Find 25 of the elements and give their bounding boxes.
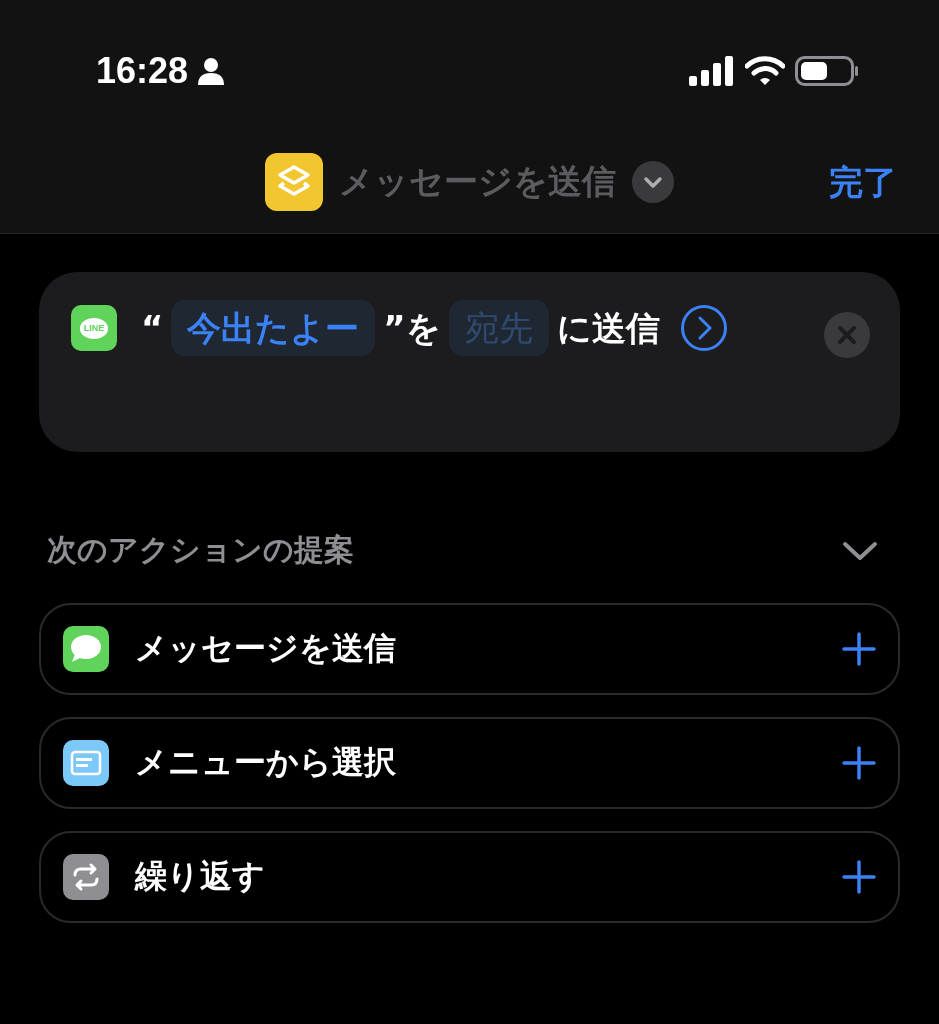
wifi-icon	[745, 56, 785, 86]
suggestion-label: メッセージを送信	[135, 628, 397, 669]
chevron-down-icon[interactable]	[632, 161, 674, 203]
signal-icon	[689, 56, 735, 86]
person-icon	[198, 57, 225, 85]
suggestion-item[interactable]: メニューから選択	[39, 717, 900, 809]
action-text: に送信	[556, 307, 660, 350]
action-text: ”を	[383, 307, 441, 350]
suggestion-label: 繰り返す	[135, 856, 266, 897]
plus-icon[interactable]	[842, 746, 876, 780]
suggestion-label: メニューから選択	[135, 742, 397, 783]
done-button[interactable]: 完了	[829, 160, 897, 206]
nav-title[interactable]: メッセージを送信	[339, 159, 616, 205]
status-time: 16:28	[96, 50, 189, 92]
section-title: 次のアクションの提案	[47, 531, 354, 569]
line-app-label: LINE	[79, 317, 109, 339]
chevron-right-circle-icon[interactable]	[679, 304, 728, 353]
suggestion-item[interactable]: 繰り返す	[39, 831, 900, 923]
plus-icon[interactable]	[842, 632, 876, 666]
shortcuts-icon	[265, 153, 323, 211]
battery-icon	[795, 56, 859, 86]
action-text: “	[141, 307, 164, 350]
suggestion-item[interactable]: メッセージを送信	[39, 603, 900, 695]
plus-icon[interactable]	[842, 860, 876, 894]
variable-token[interactable]: 今出たよー	[171, 300, 376, 357]
